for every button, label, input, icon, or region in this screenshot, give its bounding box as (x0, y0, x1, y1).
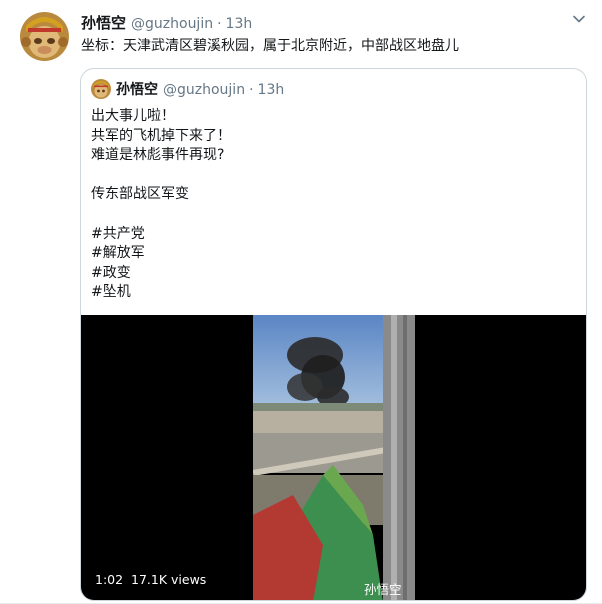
quoted-line: 出大事儿啦！ (91, 108, 175, 124)
avatar[interactable] (20, 12, 69, 61)
quoted-header: 孙悟空 @guzhoujin · 13h (116, 79, 284, 99)
quoted-text: 出大事儿啦！ 共军的飞机掉下来了！ 难道是林彪事件再现? 传东部战区军变 #共产… (91, 107, 231, 303)
chevron-down-icon[interactable] (572, 12, 586, 26)
quoted-avatar[interactable] (91, 79, 111, 99)
quoted-separator: · (249, 82, 254, 98)
quoted-time[interactable]: 13h (258, 82, 285, 98)
video-views: 17.1K views (131, 572, 207, 587)
hashtag-link[interactable]: #政变 (91, 264, 231, 284)
hashtag-link[interactable]: #坠机 (91, 283, 231, 303)
monkey-king-avatar-icon (20, 12, 69, 61)
video-player[interactable]: 1:02 17.1K views 孙悟空 (81, 315, 586, 600)
hashtag-link[interactable]: #共产党 (91, 225, 231, 245)
separator: · (217, 16, 222, 32)
quoted-author-name[interactable]: 孙悟空 (116, 79, 158, 99)
tweet-text: 坐标：天津武清区碧溪秋园，属于北京附近，中部战区地盘儿 (81, 38, 459, 54)
video-watermark: 孙悟空 (364, 582, 402, 597)
video-frame (253, 315, 415, 600)
quoted-line: 传东部战区军变 (91, 186, 189, 203)
video-duration: 1:02 (95, 572, 124, 587)
video-thumbnail (253, 315, 415, 600)
quoted-line: 难道是林彪事件再现? (91, 147, 225, 164)
hashtag-link[interactable]: #解放军 (91, 244, 231, 264)
tweet[interactable]: 孙悟空 @guzhoujin · 13h 坐标：天津武清区碧溪秋园，属于北京附近… (0, 0, 602, 604)
monkey-king-avatar-icon (91, 79, 111, 99)
quoted-line (91, 205, 231, 225)
quoted-tweet[interactable]: 孙悟空 @guzhoujin · 13h 出大事儿啦！ 共军的飞机掉下来了！ 难… (80, 68, 587, 601)
quoted-author-handle[interactable]: @guzhoujin (163, 82, 245, 98)
author-handle[interactable]: @guzhoujin (131, 16, 213, 32)
tweet-time[interactable]: 13h (226, 16, 253, 32)
quoted-line: 共军的飞机掉下来了！ (91, 127, 231, 144)
quoted-line (91, 166, 231, 186)
tweet-header: 孙悟空 @guzhoujin · 13h (81, 12, 252, 32)
author-name[interactable]: 孙悟空 (81, 12, 126, 33)
